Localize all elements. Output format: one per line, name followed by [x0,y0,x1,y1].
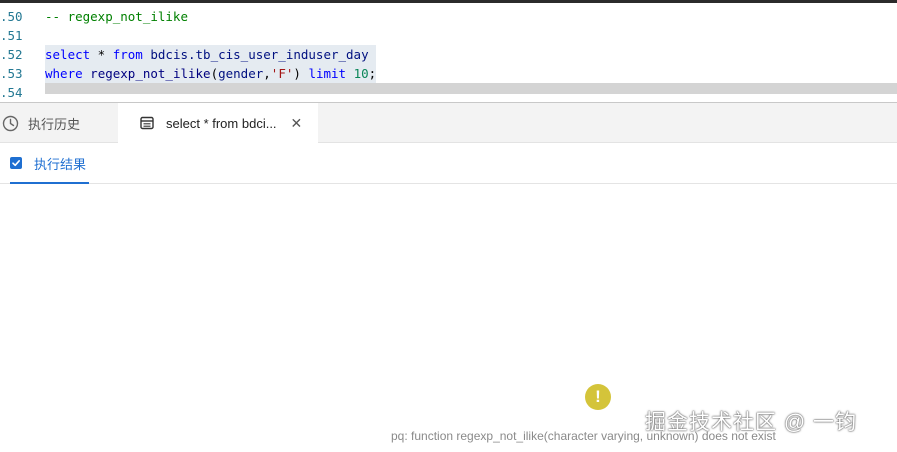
code-token: ( [210,66,219,81]
tab-execution-history[interactable]: 执行历史 [0,103,118,143]
result-subtabs: 执行结果 [0,143,897,184]
code-token: -- regexp_not_ilike [45,9,188,24]
line-number: .52 [0,47,23,62]
code-token: 10 [353,66,369,81]
code-token: , [263,66,271,81]
watermark: 掘金技术社区 @ 一钧 [645,411,857,434]
code-token: select [45,47,91,62]
code-text: where regexp_not_ilike(gender,'F') limit… [45,64,377,83]
history-clock-icon [2,115,19,132]
close-tab-icon[interactable]: ✕ [291,115,303,132]
subtab-execution-result-label: 执行结果 [34,156,87,172]
tab-query-result[interactable]: select * from bdci... ✕ [118,103,318,143]
code-token: bdcis.tb_cis_user_induser_day [142,47,377,62]
code-text: select * from bdcis.tb_cis_user_induser_… [45,45,377,64]
line-number: .53 [0,66,23,81]
editor-line[interactable]: .54 [0,83,897,102]
line-number: .50 [0,9,23,24]
code-token: limit [308,66,347,81]
code-token: where [45,66,83,81]
current-line-highlight [45,83,897,94]
result-tab-bar: 执行历史 select * from bdci... ✕ [0,102,897,143]
code-token: from [112,47,143,62]
code-text: -- regexp_not_ilike [45,7,188,26]
table-icon [140,116,154,130]
code-token: 'F' [270,66,294,81]
sql-editor[interactable]: .50 -- regexp_not_ilike .51 .52 select * fro… [0,0,897,102]
line-number: .54 [0,85,23,100]
tab-query-result-label: select * from bdci... [166,115,277,131]
editor-line[interactable]: .52 select * from bdcis.tb_cis_user_indus… [0,45,897,64]
code-token: * [90,47,113,62]
editor-line[interactable]: .51 [0,26,897,45]
line-number: .51 [0,28,23,43]
warning-icon: ! [585,384,611,410]
subtab-execution-result[interactable]: 执行结果 [10,143,89,184]
code-token: ) [293,66,309,81]
code-token: gender [218,66,264,81]
editor-line[interactable]: .50 -- regexp_not_ilike [0,7,897,26]
checkbox-checked-icon [10,157,22,169]
code-token: ; [368,66,377,81]
code-token: regexp_not_ilike [82,66,211,81]
editor-line[interactable]: .53 where regexp_not_ilike(gender,'F') li… [0,64,897,83]
tab-execution-history-label: 执行历史 [28,116,81,132]
